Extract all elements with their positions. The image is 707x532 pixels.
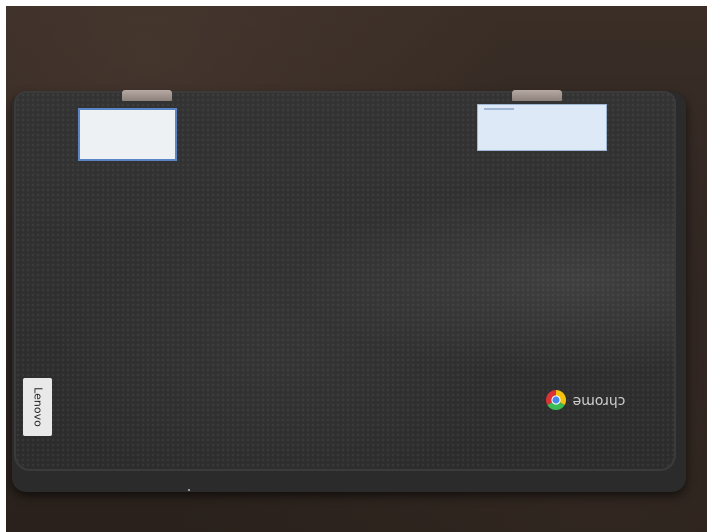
lenovo-logo: Lenovo (23, 378, 52, 436)
hinge-right (512, 90, 562, 101)
asset-sticker (78, 108, 177, 161)
asset-sticker-line (80, 142, 175, 148)
chrome-wordmark: chrome (572, 393, 626, 409)
inventory-sticker-code-row (484, 108, 600, 110)
lenovo-logo-text: Lenovo (31, 387, 44, 427)
photo: Lenovo chrome (6, 6, 707, 532)
chrome-icon (546, 390, 566, 410)
dust-speck (188, 489, 190, 491)
inventory-sticker (477, 104, 607, 151)
hinge-left (122, 90, 172, 101)
inventory-code (484, 108, 514, 110)
